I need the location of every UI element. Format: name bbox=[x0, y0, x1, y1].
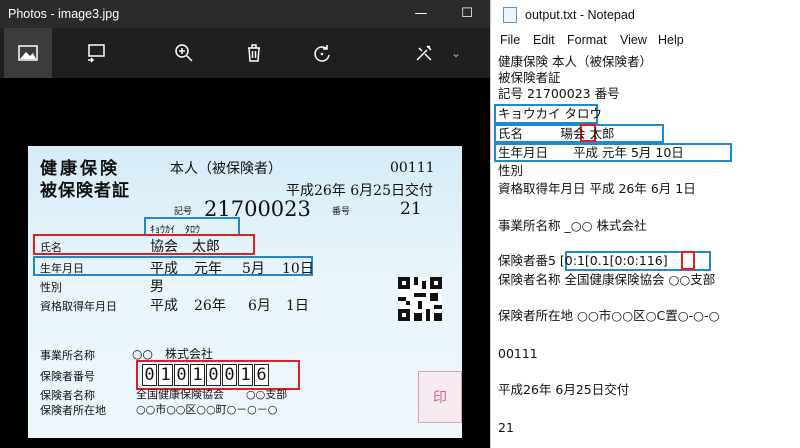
card-name-value: 協会 太郎 bbox=[150, 239, 220, 255]
qr-code bbox=[398, 277, 442, 321]
slideshow-button[interactable] bbox=[72, 28, 120, 78]
text-line: 21 bbox=[498, 420, 514, 435]
card-sex-label: 性別 bbox=[40, 281, 62, 294]
menu-file[interactable]: File bbox=[500, 33, 520, 47]
card-bangou-label: 番号 bbox=[332, 207, 351, 217]
notepad-menu-bar: File Edit Format View Help bbox=[491, 30, 800, 52]
card-code: 00111 bbox=[390, 160, 435, 176]
highlight-insurer-no-error bbox=[681, 251, 695, 270]
minimize-button[interactable]: — bbox=[398, 0, 444, 28]
notepad-title-bar: output.txt - Notepad bbox=[491, 0, 800, 30]
image-icon bbox=[18, 45, 38, 61]
insurance-card-image: 健康保険 被保険者証 本人（被保険者） 00111 平成26年 6月25日交付 … bbox=[28, 146, 462, 438]
text-line: 00111 bbox=[498, 346, 538, 361]
insurer-digit: 0 bbox=[206, 364, 221, 386]
insurer-digit: 0 bbox=[142, 364, 157, 386]
card-insurer-name-value: 全国健康保険協会 ○○支部 bbox=[136, 388, 288, 401]
notepad-text-area[interactable]: 健康保険 本人（被保険者） 被保険者証 記号 21700023 番号 キョウカイ… bbox=[491, 52, 800, 448]
text-line: 健康保険 本人（被保険者） bbox=[498, 54, 652, 69]
card-insurer-no-label: 保険者番号 bbox=[40, 370, 95, 383]
text-line: 生年月日 平成 元年 5月 10日 bbox=[498, 145, 684, 160]
photos-window-title: Photos - image3.jpg bbox=[8, 7, 120, 21]
menu-edit[interactable]: Edit bbox=[533, 33, 555, 47]
card-office-label: 事業所名称 bbox=[40, 349, 95, 362]
card-dob-label: 生年月日 bbox=[40, 262, 84, 275]
text-line: 氏名 瑒会 太郎 bbox=[498, 126, 615, 141]
text-line: 保険者番5 [0:1[0.1[0:0:116] bbox=[498, 253, 668, 268]
menu-view[interactable]: View bbox=[620, 33, 647, 47]
text-line: 被保険者証 bbox=[498, 70, 561, 85]
insurer-digit: 0 bbox=[174, 364, 189, 386]
card-insurer-number: 01010016 bbox=[142, 364, 270, 386]
text-line: 記号 21700023 番号 bbox=[498, 86, 620, 101]
notepad-window-title: output.txt - Notepad bbox=[525, 8, 635, 22]
zoom-in-button[interactable] bbox=[160, 28, 208, 78]
maximize-button[interactable]: ☐ bbox=[444, 0, 490, 28]
card-acquisition-month: 6月 bbox=[248, 298, 271, 314]
slideshow-icon bbox=[88, 44, 105, 63]
menu-format[interactable]: Format bbox=[567, 33, 607, 47]
card-bangou-value: 21 bbox=[400, 199, 422, 219]
text-line: 保険者名称 全国健康保険協会 ○○支部 bbox=[498, 272, 716, 287]
delete-button[interactable] bbox=[230, 28, 278, 78]
text-line: 資格取得年月日 平成 26年 6月 1日 bbox=[498, 181, 696, 196]
card-insurer-address-value: ○○市○○区○○町○－○－○ bbox=[136, 403, 278, 416]
highlight-name bbox=[33, 234, 255, 255]
zoom-in-icon bbox=[175, 44, 193, 62]
notepad-window: output.txt - Notepad File Edit Format Vi… bbox=[490, 0, 800, 448]
rotate-button[interactable] bbox=[298, 28, 346, 78]
insurer-digit: 6 bbox=[254, 364, 269, 386]
card-acquisition-label: 資格取得年月日 bbox=[40, 300, 117, 313]
text-line: 事業所名称 _○○ 株式会社 bbox=[498, 218, 647, 233]
text-line: 平成26年 6月25日交付 bbox=[498, 382, 630, 397]
card-acquisition-era: 平成 bbox=[150, 298, 178, 314]
card-kigou-label: 記号 bbox=[174, 207, 193, 217]
image-view-button[interactable] bbox=[4, 28, 52, 78]
rotate-icon bbox=[314, 45, 330, 62]
card-acquisition-day: 1日 bbox=[286, 298, 309, 314]
card-dob-era: 平成 bbox=[150, 261, 178, 277]
delete-icon bbox=[248, 44, 260, 62]
card-insurer-address-label: 保険者所在地 bbox=[40, 404, 106, 417]
card-name-label: 氏名 bbox=[40, 241, 62, 254]
card-insurer-name-label: 保険者名称 bbox=[40, 389, 95, 402]
insurer-digit: 1 bbox=[190, 364, 205, 386]
text-line: 保険者所在地 ○○市○○区○C置○-○-○ bbox=[498, 308, 720, 323]
seal-stamp: 印 bbox=[418, 371, 462, 423]
card-sex-value: 男 bbox=[150, 279, 164, 295]
card-dob-month: 5月 bbox=[242, 261, 265, 277]
photos-title-bar: Photos - image3.jpg — ☐ bbox=[0, 0, 490, 28]
card-relation: 本人（被保険者） bbox=[170, 161, 282, 177]
photos-window: Photos - image3.jpg — ☐ ⌄ 健康保険 被保険者証 本人（… bbox=[0, 0, 490, 448]
photos-toolbar: ⌄ bbox=[0, 28, 490, 78]
insurer-digit: 1 bbox=[158, 364, 173, 386]
text-line: 性別 bbox=[498, 163, 524, 178]
insurer-digit: 1 bbox=[238, 364, 253, 386]
card-dob-day: 10日 bbox=[282, 261, 314, 277]
card-title-line2: 被保険者証 bbox=[40, 181, 130, 201]
more-options-icon[interactable]: ⌄ bbox=[432, 28, 480, 78]
notepad-icon bbox=[503, 7, 517, 23]
card-acquisition-year: 26年 bbox=[194, 298, 226, 314]
menu-help[interactable]: Help bbox=[658, 33, 684, 47]
card-dob-year: 元年 bbox=[194, 261, 222, 277]
insurer-digit: 0 bbox=[222, 364, 237, 386]
text-line: キョウカイ タロウ bbox=[498, 106, 602, 121]
